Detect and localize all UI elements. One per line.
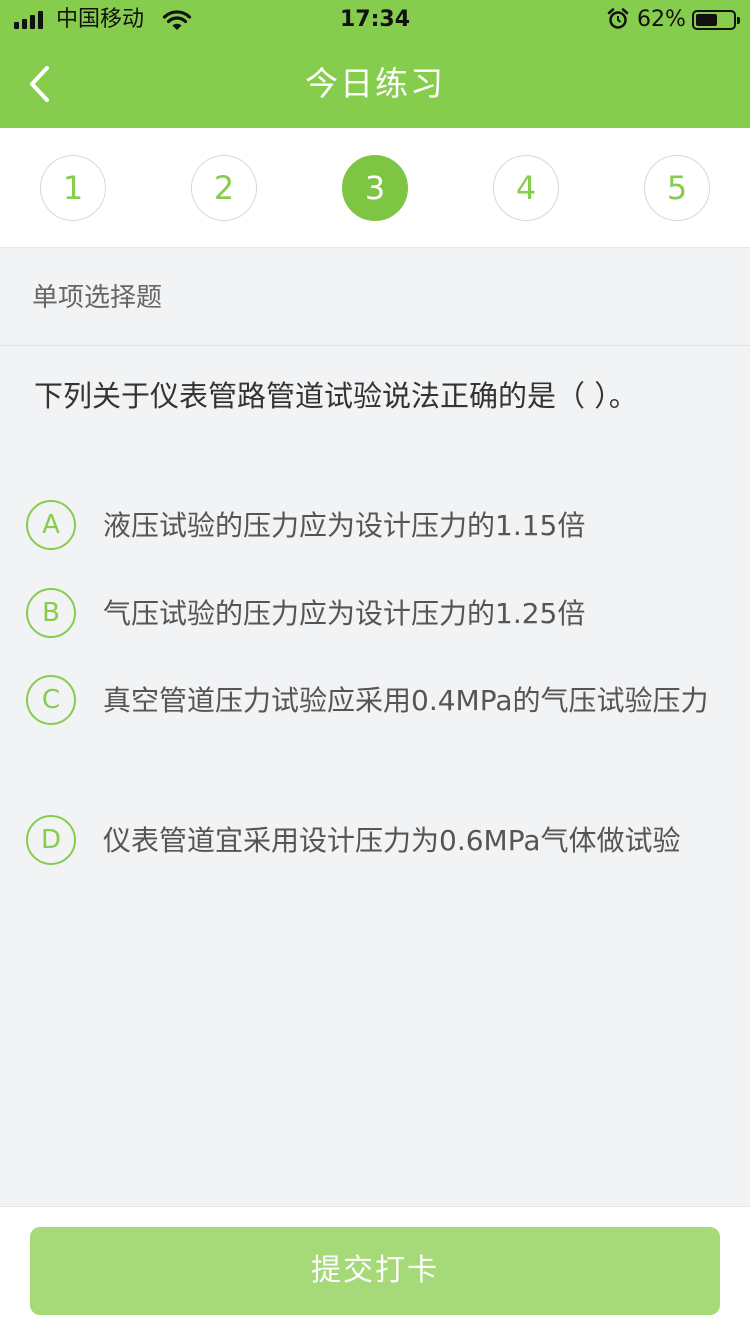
option-text: 仪表管道宜采用设计压力为0.6MPa气体做试验 bbox=[103, 824, 681, 857]
option-text: 真空管道压力试验应采用0.4MPa的气压试验压力 bbox=[103, 684, 709, 717]
option-text: 气压试验的压力应为设计压力的1.25倍 bbox=[103, 597, 586, 630]
option-letter-badge: A bbox=[26, 500, 76, 550]
option-letter-badge: C bbox=[26, 675, 76, 725]
option-letter-badge: B bbox=[26, 588, 76, 638]
question-text: 下列关于仪表管路管道试验说法正确的是（ ）。 bbox=[34, 379, 638, 413]
battery-icon bbox=[692, 10, 740, 30]
page-title: 今日练习 bbox=[305, 64, 445, 103]
step-5[interactable]: 5 bbox=[644, 155, 710, 221]
question-stepper: 1 2 3 4 5 bbox=[0, 128, 750, 248]
app-header: 中国移动 17:34 62% 今日练习 bbox=[0, 0, 750, 128]
status-bar: 中国移动 17:34 62% bbox=[0, 0, 750, 40]
question-type-label: 单项选择题 bbox=[32, 283, 163, 313]
step-1[interactable]: 1 bbox=[40, 155, 106, 221]
footer-bar: 提交打卡 bbox=[0, 1206, 750, 1334]
question-type-header: 单项选择题 bbox=[0, 248, 750, 346]
submit-checkin-button[interactable]: 提交打卡 bbox=[30, 1227, 720, 1315]
option-letter-badge: D bbox=[26, 815, 76, 865]
option-text: 液压试验的压力应为设计压力的1.15倍 bbox=[103, 509, 586, 542]
battery-percent: 62% bbox=[637, 7, 686, 32]
step-3[interactable]: 3 bbox=[342, 155, 408, 221]
alarm-icon bbox=[607, 8, 629, 29]
step-4[interactable]: 4 bbox=[493, 155, 559, 221]
step-2[interactable]: 2 bbox=[191, 155, 257, 221]
